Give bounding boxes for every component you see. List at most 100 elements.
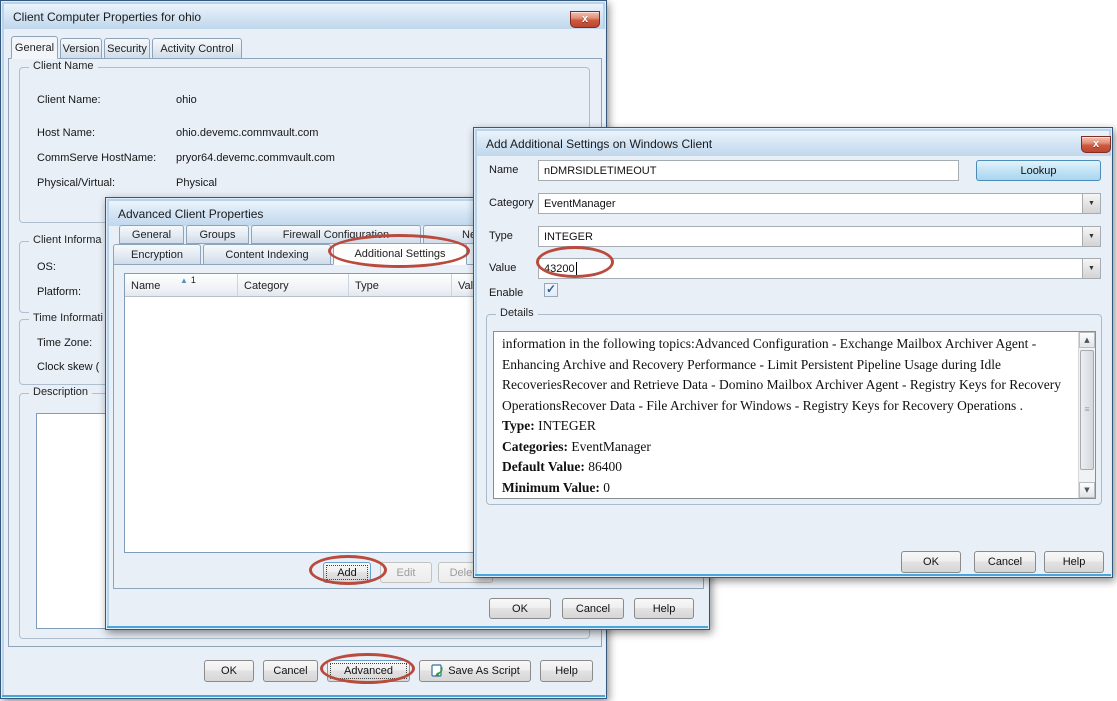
- button-label: OK: [512, 603, 528, 615]
- check-icon: ✓: [546, 282, 556, 296]
- value-label: Value: [489, 262, 516, 274]
- sort-asc-icon: ▲: [180, 276, 188, 285]
- advanced-button[interactable]: Advanced: [327, 660, 410, 682]
- type-label: Type: [489, 230, 513, 242]
- cancel-button[interactable]: Cancel: [974, 551, 1036, 573]
- details-default-value-row: Default Value: 86400: [502, 457, 1073, 478]
- button-label: Edit: [397, 567, 416, 579]
- tab-content-indexing[interactable]: Content Indexing: [203, 244, 331, 265]
- close-icon[interactable]: x: [570, 11, 600, 28]
- tab-general-adv[interactable]: General: [119, 225, 184, 244]
- dialog-title: Advanced Client Properties: [118, 207, 263, 221]
- button-label: Advanced: [344, 665, 393, 677]
- ok-button[interactable]: OK: [489, 598, 551, 619]
- lookup-button[interactable]: Lookup: [976, 160, 1101, 181]
- button-label: Help: [1063, 556, 1086, 568]
- detail-label: Type:: [502, 418, 535, 433]
- tab-label: Activity Control: [160, 43, 233, 55]
- tab-label: Security: [107, 43, 147, 55]
- tab-version[interactable]: Version: [60, 38, 102, 59]
- add-additional-settings-dialog: Add Additional Settings on Windows Clien…: [473, 127, 1113, 578]
- dialog-title: Client Computer Properties for ohio: [13, 10, 201, 24]
- detail-label: Categories:: [502, 439, 568, 454]
- button-label: Cancel: [988, 556, 1022, 568]
- button-label: Cancel: [273, 665, 307, 677]
- combo-value: INTEGER: [544, 231, 593, 243]
- detail-value: 0: [603, 480, 610, 495]
- column-label: Type: [355, 280, 379, 292]
- button-label: Add: [337, 567, 357, 579]
- group-title: Description: [29, 386, 92, 398]
- scroll-up-icon[interactable]: ▲: [1079, 332, 1095, 348]
- platform-label: Platform:: [37, 286, 81, 298]
- tab-label: Groups: [199, 229, 235, 241]
- details-type-row: Type: INTEGER: [502, 416, 1073, 437]
- column-label: Name: [131, 280, 160, 292]
- tab-label: Additional Settings: [354, 248, 445, 260]
- enable-checkbox[interactable]: ✓: [544, 283, 558, 297]
- category-combobox[interactable]: EventManager ▼: [538, 193, 1101, 214]
- group-title: Time Informati: [29, 312, 107, 324]
- add-settings-titlebar[interactable]: Add Additional Settings on Windows Clien…: [477, 131, 1109, 156]
- host-name-label: Host Name:: [37, 127, 95, 139]
- group-title: Client Name: [29, 60, 98, 72]
- cancel-button[interactable]: Cancel: [562, 598, 624, 619]
- sort-order-number: 1: [191, 275, 196, 285]
- details-text: information in the following topics:Adva…: [502, 334, 1073, 496]
- column-header-name[interactable]: Name ▲ 1: [125, 274, 238, 296]
- tab-activity-control[interactable]: Activity Control: [152, 38, 242, 59]
- chevron-down-icon[interactable]: ▼: [1082, 194, 1100, 213]
- button-label: OK: [923, 556, 939, 568]
- text-cursor: [576, 262, 577, 275]
- details-minimum-value-row: Minimum Value: 0: [502, 478, 1073, 496]
- sort-indicator: ▲ 1: [180, 275, 196, 285]
- tab-firewall-configuration[interactable]: Firewall Configuration: [251, 225, 421, 244]
- help-button[interactable]: Help: [540, 660, 593, 682]
- detail-label: Default Value:: [502, 459, 585, 474]
- button-label: Lookup: [1020, 165, 1056, 177]
- client-name-value: ohio: [176, 94, 197, 106]
- commserve-hostname-value: pryor64.devemc.commvault.com: [176, 152, 335, 164]
- button-label: Help: [555, 665, 578, 677]
- client-properties-titlebar[interactable]: Client Computer Properties for ohio: [4, 4, 603, 29]
- details-categories-row: Categories: EventManager: [502, 437, 1073, 458]
- column-label: Category: [244, 280, 289, 292]
- time-zone-label: Time Zone:: [37, 337, 92, 349]
- combo-value: EventManager: [544, 198, 616, 210]
- chevron-down-icon[interactable]: ▼: [1082, 259, 1100, 278]
- ok-button[interactable]: OK: [204, 660, 254, 682]
- help-button[interactable]: Help: [1044, 551, 1104, 573]
- physical-virtual-label: Physical/Virtual:: [37, 177, 115, 189]
- close-icon[interactable]: x: [1081, 136, 1111, 153]
- commserve-hostname-label: CommServe HostName:: [37, 152, 156, 164]
- tab-additional-settings[interactable]: Additional Settings: [333, 243, 467, 265]
- tab-label: Content Indexing: [225, 249, 308, 261]
- edit-button[interactable]: Edit: [380, 562, 432, 583]
- detail-value: 86400: [588, 459, 622, 474]
- column-header-type[interactable]: Type: [349, 274, 452, 296]
- details-scrollbar[interactable]: ▲ ≡ ▼: [1078, 332, 1095, 498]
- name-input[interactable]: [538, 160, 959, 181]
- details-textbox[interactable]: information in the following topics:Adva…: [493, 331, 1096, 499]
- physical-virtual-value: Physical: [176, 177, 217, 189]
- tab-security[interactable]: Security: [104, 38, 150, 59]
- save-as-script-button[interactable]: Save As Script: [419, 660, 531, 682]
- add-button[interactable]: Add: [323, 562, 371, 583]
- button-label: OK: [221, 665, 237, 677]
- help-button[interactable]: Help: [634, 598, 694, 619]
- cancel-button[interactable]: Cancel: [263, 660, 318, 682]
- tab-general[interactable]: General: [11, 36, 58, 59]
- column-header-category[interactable]: Category: [238, 274, 349, 296]
- tab-groups[interactable]: Groups: [186, 225, 249, 244]
- scroll-down-icon[interactable]: ▼: [1079, 482, 1095, 498]
- ok-button[interactable]: OK: [901, 551, 961, 573]
- name-label: Name: [489, 164, 518, 176]
- button-label: Save As Script: [448, 665, 520, 677]
- tab-encryption[interactable]: Encryption: [113, 244, 201, 265]
- host-name-value: ohio.devemc.commvault.com: [176, 127, 318, 139]
- value-combobox[interactable]: 43200 ▼: [538, 258, 1101, 279]
- type-combobox[interactable]: INTEGER ▼: [538, 226, 1101, 247]
- tab-label: General: [132, 229, 171, 241]
- scrollbar-thumb[interactable]: ≡: [1080, 350, 1094, 470]
- chevron-down-icon[interactable]: ▼: [1082, 227, 1100, 246]
